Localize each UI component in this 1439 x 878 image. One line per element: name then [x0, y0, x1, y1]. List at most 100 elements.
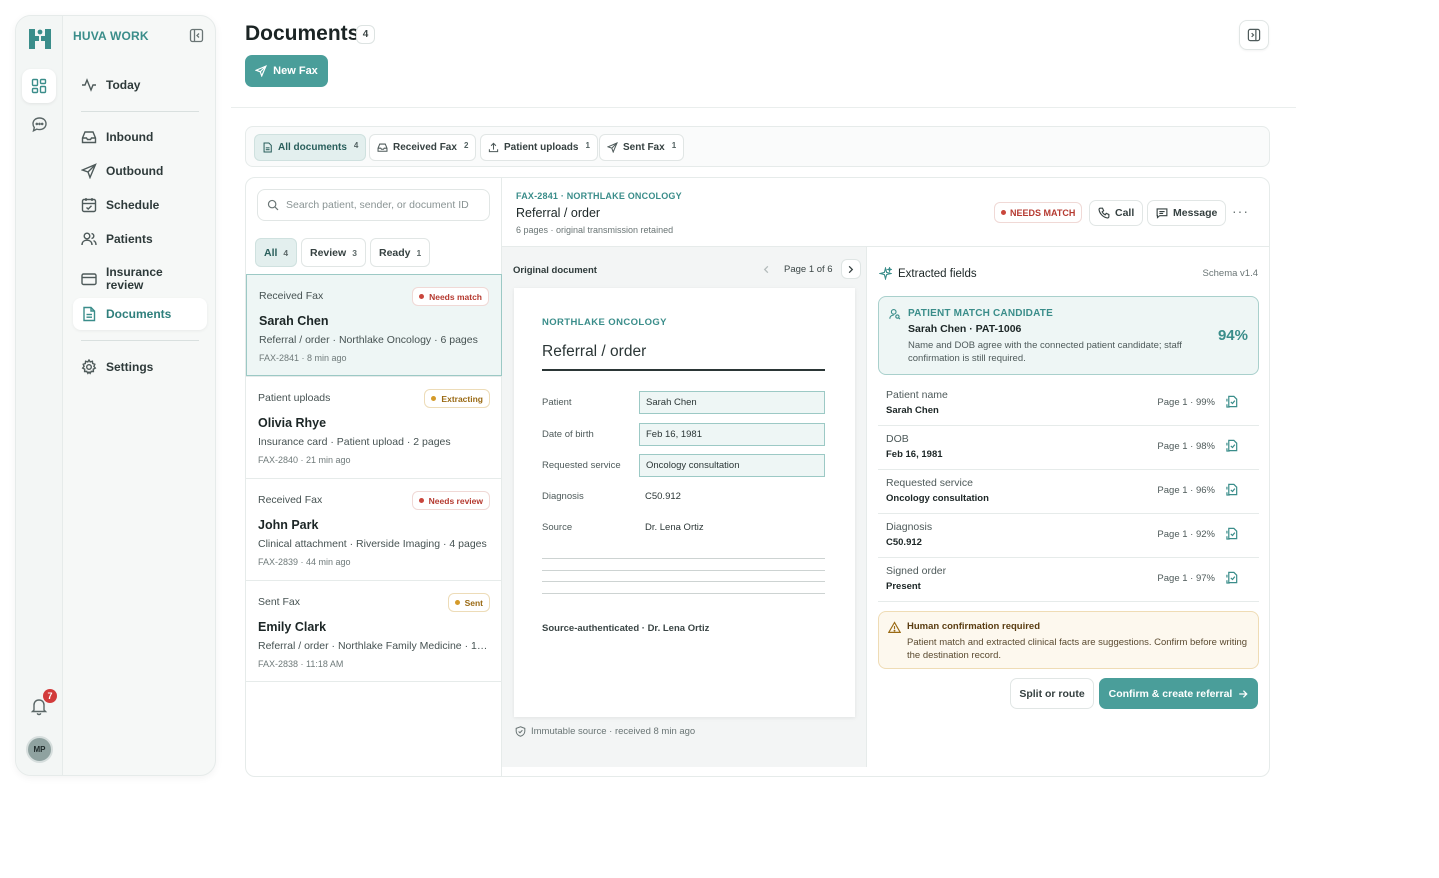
- arrow-right-icon: [1238, 689, 1248, 699]
- status-badge: Needs match: [412, 287, 489, 306]
- confirm-create-referral-button[interactable]: Confirm & create referral: [1099, 678, 1258, 709]
- status-label: NEEDS MATCH: [1010, 207, 1076, 218]
- message-label: Message: [1173, 207, 1218, 219]
- field-source-meta: Page 1 · 97%: [1157, 573, 1215, 584]
- filter-tab-all-documents[interactable]: All documents 4: [254, 134, 367, 161]
- filter-tab-count: 2: [463, 141, 469, 150]
- new-fax-label: New Fax: [273, 65, 318, 77]
- chat-rail-button[interactable]: [22, 107, 56, 141]
- field-label: Diagnosis: [542, 491, 584, 502]
- list-item-description: Clinical attachment · Riverside Imaging …: [258, 538, 487, 550]
- filter-tab-count: 1: [585, 141, 590, 150]
- user-search-icon: [889, 308, 901, 320]
- extracted-field-row[interactable]: DOB Feb 16, 1981 Page 1 · 98%: [878, 426, 1259, 470]
- list-item[interactable]: Received Fax Needs match Sarah Chen Refe…: [246, 274, 502, 376]
- patient-match-card[interactable]: PATIENT MATCH CANDIDATE Sarah Chen · PAT…: [878, 296, 1259, 375]
- dashboard-rail-button[interactable]: [22, 69, 56, 103]
- nav-item-label: Inbound: [106, 130, 154, 144]
- nav-item-patients[interactable]: Patients: [73, 223, 207, 255]
- filter-tab-patient-uploads[interactable]: Patient uploads 1: [480, 134, 598, 161]
- nav-item-schedule[interactable]: Schedule: [73, 189, 207, 221]
- next-page-button[interactable]: [840, 259, 861, 279]
- filter-tab-sent-fax[interactable]: Sent Fax 1: [599, 134, 685, 161]
- warning-description: Patient match and extracted clinical fac…: [907, 637, 1248, 661]
- locate-in-document-icon[interactable]: [1226, 395, 1239, 408]
- highlighted-field[interactable]: Sarah Chen: [639, 391, 825, 414]
- status-badge: Sent: [447, 593, 490, 612]
- locate-in-document-icon[interactable]: [1226, 483, 1239, 496]
- status-dot: [1001, 210, 1006, 215]
- list-item-meta: FAX-2841 · 8 min ago: [259, 353, 347, 363]
- locate-in-document-icon[interactable]: [1226, 439, 1239, 452]
- field-value: Sarah Chen: [886, 405, 939, 416]
- segment-count: 4: [283, 247, 289, 258]
- schema-version: Schema v1.4: [1202, 268, 1258, 279]
- segment-all[interactable]: All 4: [255, 238, 298, 267]
- extracted-field-row[interactable]: Requested service Oncology consultation …: [878, 470, 1259, 514]
- filter-tab-label: Patient uploads: [504, 142, 579, 153]
- more-actions-button[interactable]: ···: [1232, 203, 1249, 219]
- list-item-source: Received Fax: [258, 494, 323, 506]
- nav-item-label: Schedule: [106, 198, 160, 212]
- highlighted-field[interactable]: Oncology consultation: [639, 454, 825, 477]
- toggle-right-panel-button[interactable]: [1239, 20, 1269, 50]
- message-button[interactable]: Message: [1147, 200, 1227, 226]
- nav-item-label: Today: [106, 78, 141, 92]
- blank-line: [542, 570, 825, 571]
- collapse-sidebar-button[interactable]: [189, 28, 204, 43]
- list-item[interactable]: Patient uploads Extracting Olivia Rhye I…: [246, 376, 502, 478]
- list-item-meta: FAX-2839 · 44 min ago: [258, 557, 351, 567]
- previous-page-button[interactable]: [756, 259, 776, 279]
- new-fax-button[interactable]: New Fax: [245, 55, 328, 87]
- field-label: Requested service: [542, 460, 621, 471]
- status-badge: NEEDS MATCH: [994, 202, 1083, 223]
- nav-item-label: Outbound: [106, 164, 164, 178]
- confirmation-warning: Human confirmation required Patient matc…: [878, 611, 1259, 669]
- list-item[interactable]: Received Fax Needs review John Park Clin…: [246, 478, 502, 580]
- locate-in-document-icon[interactable]: [1226, 571, 1239, 584]
- extracted-field-row[interactable]: Signed order Present Page 1 · 97%: [878, 558, 1259, 602]
- nav-item-today[interactable]: Today: [73, 69, 207, 101]
- field-value: C50.912: [886, 537, 922, 548]
- nav-item-insurance-review[interactable]: Insurance review: [73, 261, 207, 297]
- list-item-meta: FAX-2838 · 11:18 AM: [258, 659, 344, 669]
- split-or-route-button[interactable]: Split or route: [1010, 678, 1094, 709]
- list-item[interactable]: Sent Fax Sent Emily Clark Referral / ord…: [246, 580, 502, 682]
- locate-in-document-icon[interactable]: [1226, 527, 1239, 540]
- grid-icon: [31, 78, 47, 94]
- credit-card-icon: [81, 271, 106, 287]
- extracted-field-row[interactable]: Diagnosis C50.912 Page 1 · 92%: [878, 514, 1259, 558]
- field-label: Patient: [542, 397, 572, 408]
- brand-name: HUVA WORK: [73, 29, 149, 43]
- segment-label: Ready: [379, 246, 411, 259]
- nav-divider: [81, 111, 199, 112]
- field-value: Dr. Lena Ortiz: [645, 522, 704, 533]
- extracted-field-row[interactable]: Patient name Sarah Chen Page 1 · 99%: [878, 382, 1259, 426]
- nav-item-settings[interactable]: Settings: [73, 351, 207, 383]
- highlighted-field[interactable]: Feb 16, 1981: [639, 423, 825, 446]
- status-label: Needs review: [428, 495, 483, 506]
- status-dot: [454, 600, 460, 605]
- header-divider: [231, 107, 1296, 108]
- call-button[interactable]: Call: [1089, 200, 1144, 226]
- segment-review[interactable]: Review 3: [301, 238, 366, 267]
- call-label: Call: [1115, 207, 1135, 219]
- notification-count-badge: 7: [43, 689, 57, 703]
- list-item-meta: FAX-2840 · 21 min ago: [258, 455, 351, 465]
- main-nav: HUVA WORK Today Inbound Outbound Schedul…: [63, 16, 215, 775]
- user-avatar[interactable]: MP: [26, 736, 53, 763]
- huva-logo[interactable]: [27, 26, 53, 52]
- segment-ready[interactable]: Ready 1: [370, 238, 431, 267]
- search-placeholder: Search patient, sender, or document ID: [286, 199, 469, 211]
- filter-tab-received-fax[interactable]: Received Fax 2: [369, 134, 477, 161]
- nav-item-documents[interactable]: Documents: [73, 298, 207, 330]
- match-heading: PATIENT MATCH CANDIDATE: [908, 308, 1053, 319]
- list-item-description: Referral / order · Northlake Oncology · …: [259, 334, 478, 346]
- nav-item-inbound[interactable]: Inbound: [73, 121, 207, 153]
- status-label: Needs match: [429, 291, 482, 302]
- field-value: Feb 16, 1981: [886, 449, 943, 460]
- send-icon: [255, 65, 268, 77]
- search-input[interactable]: Search patient, sender, or document ID: [257, 189, 490, 221]
- nav-item-outbound[interactable]: Outbound: [73, 155, 207, 187]
- document-page: NORTHLAKE ONCOLOGY Referral / order Pati…: [514, 288, 855, 717]
